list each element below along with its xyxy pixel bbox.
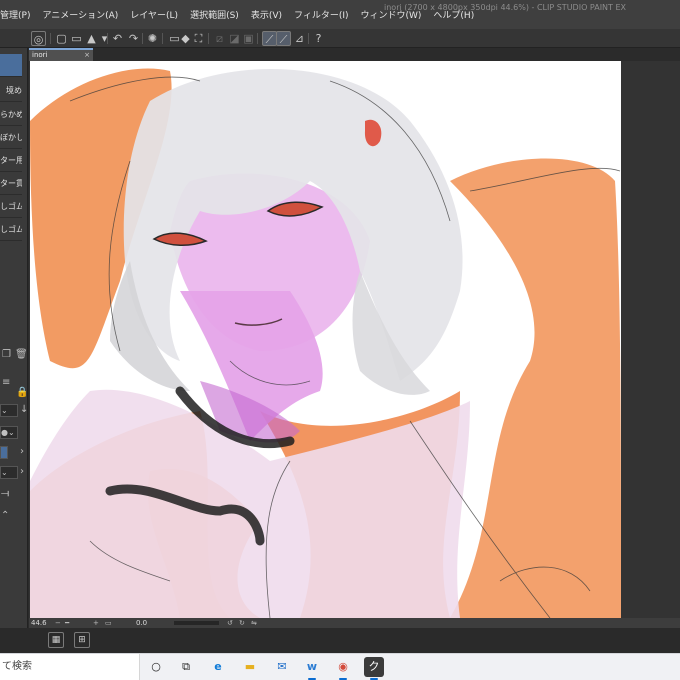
taskbar: て検索 ○ ⧉ e ▬ ✉ w ◉ ク — [0, 653, 680, 680]
brush-size-stepper[interactable]: ⌄ — [0, 404, 18, 417]
taskbar-search-box[interactable]: て検索 — [0, 654, 140, 680]
close-tab-icon[interactable]: × — [84, 50, 90, 61]
rotation-slider[interactable] — [174, 621, 219, 625]
flip-icon[interactable]: ⇋ — [251, 618, 257, 628]
clip-studio-taskbar-icon[interactable]: ク — [364, 657, 384, 680]
navigator-button[interactable]: ⊞ — [74, 632, 90, 648]
sub-tool-item-1[interactable] — [0, 54, 22, 77]
file-explorer-icon[interactable]: ▬ — [240, 657, 260, 677]
sub-tool-item-8[interactable]: しゴム — [0, 218, 22, 241]
sub-tool-item-3[interactable]: らかめ — [0, 103, 22, 126]
loading-icon[interactable]: ✺ — [145, 31, 160, 46]
clip-studio-icon[interactable]: ◎ — [31, 31, 46, 46]
document-tab[interactable]: inori × — [29, 48, 93, 61]
angle-value[interactable]: 0.0 — [136, 618, 147, 628]
menu-bar: 管理(P) アニメーション(A) レイヤー(L) 選択範囲(S) 表示(V) フ… — [0, 0, 680, 29]
zoom-in-icon[interactable]: + — [93, 618, 99, 628]
artwork — [30, 68, 621, 618]
sub-tool-label: しゴム — [0, 225, 22, 234]
duplicate-subtool-icon[interactable]: ❐ — [2, 349, 11, 360]
task-view-icon[interactable]: ⧉ — [176, 657, 196, 677]
mail-icon[interactable]: ✉ — [272, 657, 292, 677]
menu-selection[interactable]: 選択範囲(S) — [190, 8, 239, 21]
rotate-icon[interactable]: ↻ — [239, 618, 245, 628]
color-slider[interactable] — [0, 446, 8, 459]
sub-tool-item-5[interactable]: ター用 — [0, 149, 22, 172]
status-bar: 44.6 − ━ + ▭ 0.0 ↺ ↻ ⇋ — [29, 618, 680, 628]
layer-panel-button[interactable]: ▦ — [48, 632, 64, 648]
opacity-stepper[interactable]: ⌄ — [0, 466, 18, 479]
word-icon[interactable]: w — [302, 657, 322, 680]
ruler-snap-icon[interactable]: ⟋ — [262, 31, 277, 46]
sub-tool-label: 境め — [6, 86, 22, 95]
sub-tool-label: ター貫通 — [0, 179, 22, 188]
transform-icon[interactable]: ⛶ — [191, 31, 206, 46]
special-ruler-snap-icon[interactable]: ⟋ — [276, 31, 291, 46]
undo-icon[interactable]: ↶ — [110, 31, 125, 46]
document-tab-name: inori — [32, 51, 48, 59]
lower-panel: ▦ ⊞ — [0, 628, 680, 653]
stroke-preview-icon: ⟞ — [1, 488, 10, 499]
command-bar: ◎ ▢ ▭ ▲ ▾ ↶ ↷ ✺ ▭ ◆ ⛶ ⧄ ◪ ▣ ⟋ ⟋ ⊿ ? — [0, 29, 680, 48]
deselect-icon[interactable]: ⧄ — [212, 31, 227, 46]
pressure-icon[interactable]: ↓ — [20, 404, 28, 415]
sub-tool-label: しゴム — [0, 202, 22, 211]
sub-tool-item-2[interactable]: 境め — [0, 79, 22, 102]
panel-menu-icon[interactable]: ≡ — [2, 377, 10, 388]
sub-tool-label: ぼかし — [0, 133, 22, 142]
selection-outline-icon[interactable]: ▣ — [241, 31, 256, 46]
help-icon[interactable]: ? — [311, 31, 326, 46]
zoom-value[interactable]: 44.6 — [31, 618, 47, 628]
lock-icon[interactable]: 🔒 — [16, 387, 28, 398]
app-window: 管理(P) アニメーション(A) レイヤー(L) 選択範囲(S) 表示(V) フ… — [0, 0, 680, 680]
open-file-icon[interactable]: ▭ — [69, 31, 84, 46]
delete-subtool-icon[interactable]: 🗑 — [15, 349, 28, 360]
fit-icon[interactable]: ▭ — [105, 618, 112, 628]
menu-animation[interactable]: アニメーション(A) — [42, 8, 118, 21]
sub-tool-item-6[interactable]: ター貫通 — [0, 172, 22, 195]
brush-shape-select[interactable]: ●⌄ — [0, 426, 18, 439]
drawing-canvas[interactable] — [30, 61, 621, 618]
zoom-out-icon[interactable]: − — [55, 618, 61, 628]
menu-view[interactable]: 表示(V) — [251, 8, 282, 21]
cortana-icon[interactable]: ○ — [146, 657, 166, 677]
edge-icon[interactable]: e — [208, 657, 228, 677]
expand-icon[interactable]: › — [20, 446, 24, 457]
stepper-icon[interactable]: ⌃ — [1, 510, 9, 521]
menu-layer[interactable]: レイヤー(L) — [130, 8, 178, 21]
grid-snap-icon[interactable]: ⊿ — [292, 31, 307, 46]
redo-icon[interactable]: ↷ — [126, 31, 141, 46]
expand-icon[interactable]: › — [20, 466, 24, 477]
rotate-reset-icon[interactable]: ↺ — [227, 618, 233, 628]
invert-selection-icon[interactable]: ◪ — [227, 31, 242, 46]
menu-manage[interactable]: 管理(P) — [0, 8, 30, 21]
sub-tool-item-4[interactable]: ぼかし — [0, 126, 22, 149]
window-title: inori (2700 x 4800px 350dpi 44.6%) - CLI… — [384, 3, 626, 12]
menu-filter[interactable]: フィルター(I) — [294, 8, 349, 21]
new-file-icon[interactable]: ▢ — [54, 31, 69, 46]
sub-tool-label: ター用 — [0, 156, 22, 165]
sub-tool-panel: 境め らかめ ぼかし ター用 ター貫通 しゴム しゴム ❐ 🗑 ≡ 🔒 ⌄ ↓ … — [0, 48, 28, 645]
sub-tool-item-7[interactable]: しゴム — [0, 195, 22, 218]
cloth-right — [450, 158, 621, 618]
sub-tool-label: らかめ — [0, 110, 22, 119]
zoom-slider-icon[interactable]: ━ — [65, 618, 69, 628]
chrome-icon[interactable]: ◉ — [333, 657, 353, 680]
